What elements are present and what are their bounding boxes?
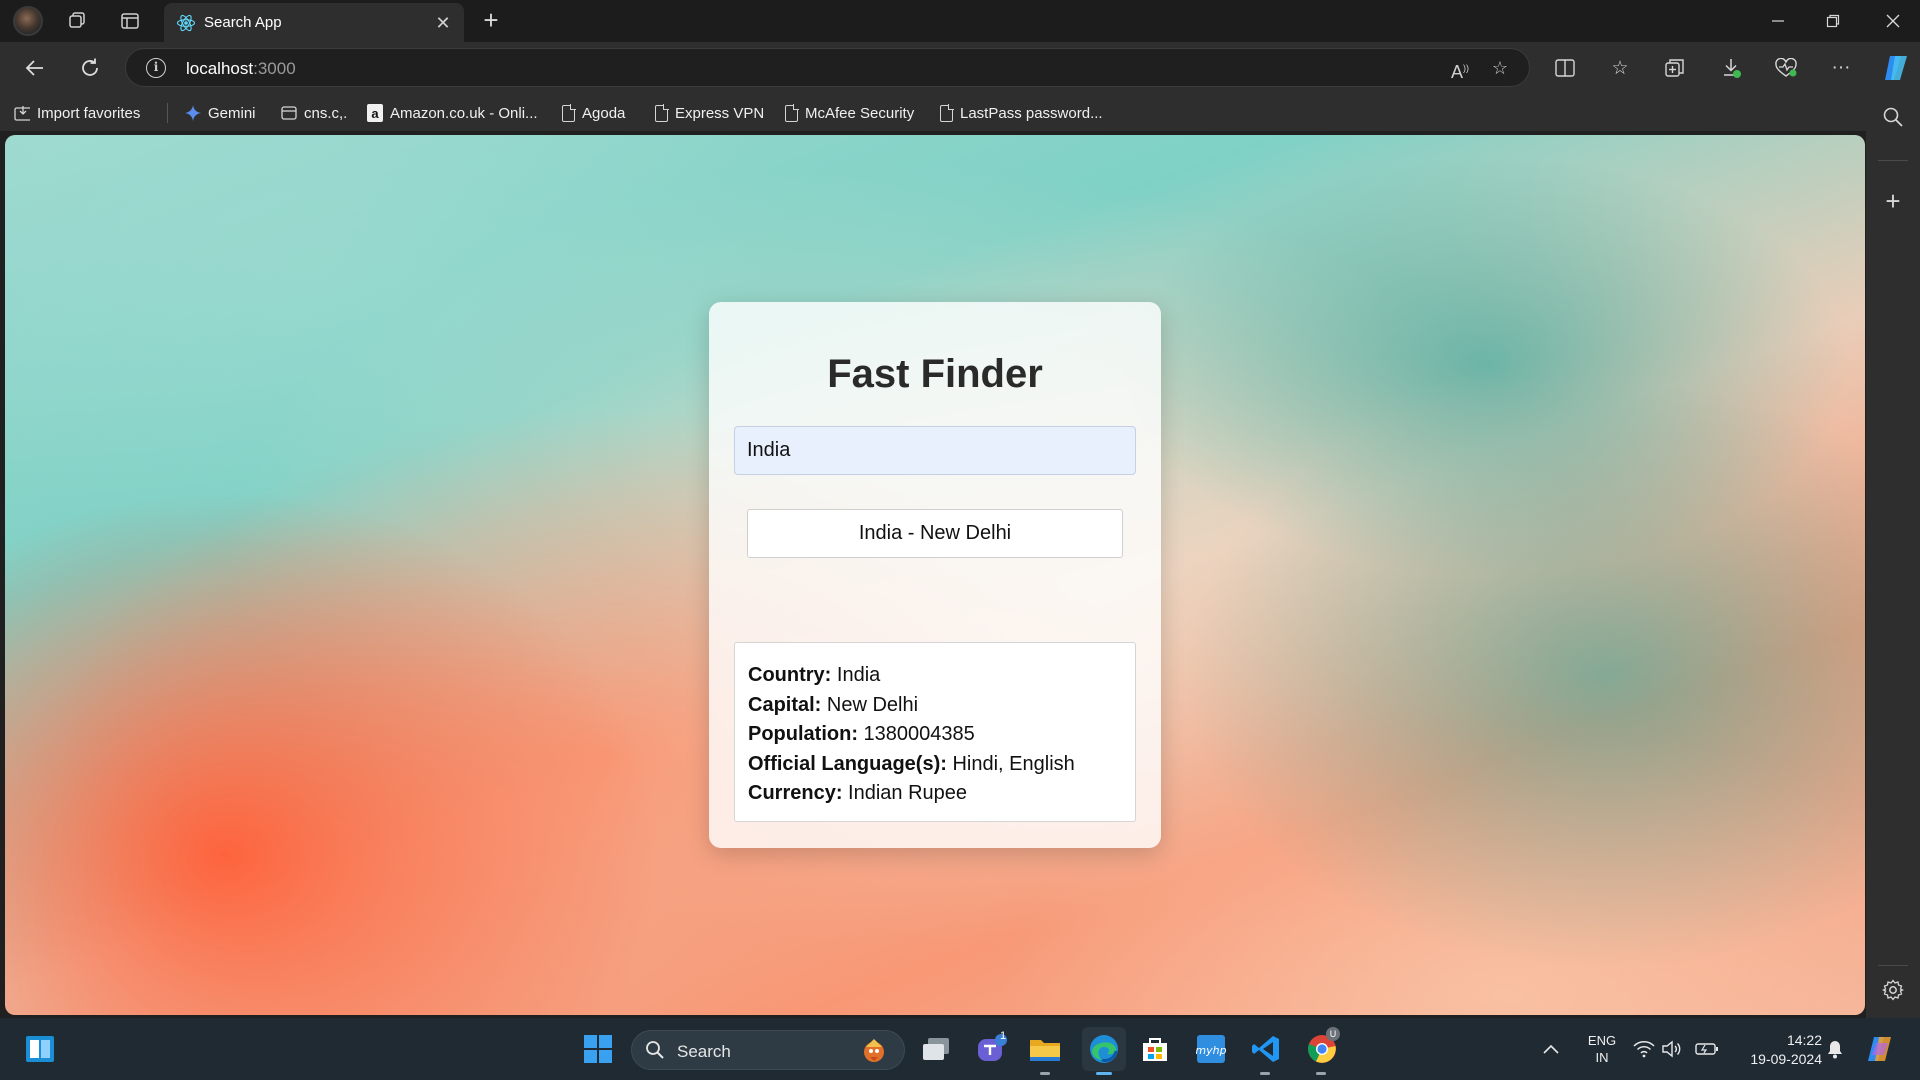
favorite-agoda[interactable]: Agoda [562,102,625,124]
close-window-button[interactable] [1866,0,1920,42]
detail-languages: Official Language(s): Hindi, English [748,752,1075,775]
search-icon[interactable] [1880,106,1906,132]
tab-close-icon[interactable]: ✕ [432,12,454,34]
favorite-expressvpn[interactable]: Express VPN [655,102,764,124]
import-favorites-icon [14,104,30,122]
restore-button[interactable] [1806,0,1860,42]
search-card: Fast Finder India - New Delhi Country: I… [709,302,1161,848]
search-input[interactable] [734,426,1136,475]
split-screen-icon[interactable] [1550,53,1580,83]
teams-icon[interactable]: 1 [974,1030,1010,1067]
favorite-import[interactable]: Import favorites [14,102,140,124]
detail-currency: Currency: Indian Rupee [748,782,968,804]
browser-essentials-icon[interactable] [1771,53,1801,83]
profile-avatar[interactable] [13,6,43,36]
chevron-up-icon[interactable] [1536,1031,1566,1067]
copilot-icon[interactable] [1878,50,1914,86]
edge-icon[interactable] [1082,1027,1126,1071]
running-indicator [1260,1072,1270,1075]
page-icon [562,104,576,122]
taskbar-search-label: Search [677,1042,731,1061]
favorite-cns[interactable]: cns.c,. [281,102,347,124]
page-icon [940,104,954,122]
windows-taskbar: Search 1 myhp U ENG IN 14:22 19-09-2024 [0,1018,1920,1080]
tab-actions-icon[interactable] [117,8,143,34]
react-icon [176,14,196,32]
copilot-taskbar-icon[interactable] [1862,1031,1898,1067]
favorites-bar: Import favorites Gemini cns.c,. a Amazon… [0,93,1880,131]
site-icon [281,104,297,122]
gear-icon[interactable] [1880,979,1906,1005]
search-highlight-icon [864,1039,884,1062]
widgets-icon[interactable] [22,1031,58,1067]
workspaces-icon[interactable] [64,8,90,34]
start-icon[interactable] [580,1031,616,1067]
task-view-icon[interactable] [918,1031,954,1067]
running-indicator [1316,1072,1326,1075]
chrome-icon[interactable]: U [1304,1027,1340,1067]
amazon-icon: a [367,104,383,122]
language-indicator[interactable]: ENG IN [1584,1032,1620,1066]
collections-icon[interactable] [1660,53,1690,83]
settings-more-icon[interactable]: ··· [1826,53,1856,83]
browser-toolbar: i localhost:3000 A)) ☆ ☆ ··· [0,42,1920,93]
favorite-amazon[interactable]: a Amazon.co.uk - Onli... [367,102,538,124]
svg-text:myhp: myhp [1196,1044,1226,1057]
add-sidebar-app-icon[interactable]: + [1880,188,1906,214]
new-tab-button[interactable]: + [478,7,504,34]
volume-icon[interactable] [1660,1031,1684,1067]
tab-search-app[interactable]: Search App ✕ [164,3,464,42]
page-icon [655,104,669,122]
page-title: Fast Finder [827,352,1043,396]
store-icon[interactable] [1137,1031,1173,1067]
favorite-lastpass[interactable]: LastPass password... [940,102,1103,124]
favorites-icon[interactable]: ☆ [1605,53,1635,83]
active-indicator [1096,1072,1112,1075]
system-clock[interactable]: 14:22 19-09-2024 [1732,1031,1822,1069]
battery-icon[interactable] [1694,1031,1720,1067]
running-indicator [1040,1072,1050,1075]
gemini-icon [185,104,201,122]
read-aloud-icon[interactable]: A)) [1448,56,1472,82]
vscode-icon[interactable] [1248,1031,1284,1067]
tab-title: Search App [204,14,282,31]
sidebar-divider [1878,160,1908,161]
back-button[interactable] [19,52,51,84]
file-explorer-icon[interactable] [1027,1031,1063,1067]
favorite-gemini[interactable]: Gemini [185,102,256,124]
browser-title-bar: Search App ✕ + [0,0,1920,42]
page-icon [785,104,799,122]
minimize-button[interactable] [1751,0,1805,42]
suggestion-item[interactable]: India - New Delhi [747,509,1123,558]
chrome-profile-badge: U [1326,1027,1340,1041]
downloads-icon[interactable] [1716,53,1746,83]
detail-capital: Capital: New Delhi [748,693,919,716]
search-icon [646,1041,664,1059]
detail-country: Country: India [748,664,881,686]
teams-badge: 1 [1000,1030,1007,1042]
edge-sidebar: + [1866,93,1920,1018]
favorite-mcafee[interactable]: McAfee Security [785,102,914,124]
address-bar[interactable]: i localhost:3000 A)) ☆ [125,48,1530,87]
address-text[interactable]: localhost:3000 [186,59,296,79]
site-info-icon[interactable]: i [146,58,166,78]
notification-bell-icon[interactable] [1822,1031,1848,1067]
country-details: Country: India Capital: New Delhi Popula… [734,642,1136,822]
taskbar-search[interactable]: Search [631,1030,905,1070]
favorites-divider [167,103,168,123]
page-viewport: Fast Finder India - New Delhi Country: I… [5,135,1865,1015]
refresh-button[interactable] [74,52,106,84]
favorite-star-icon[interactable]: ☆ [1488,56,1512,80]
sidebar-divider [1878,965,1908,966]
detail-population: Population: 1380004385 [748,723,975,745]
myhp-icon[interactable]: myhp [1193,1031,1229,1067]
wifi-icon[interactable] [1632,1031,1656,1067]
